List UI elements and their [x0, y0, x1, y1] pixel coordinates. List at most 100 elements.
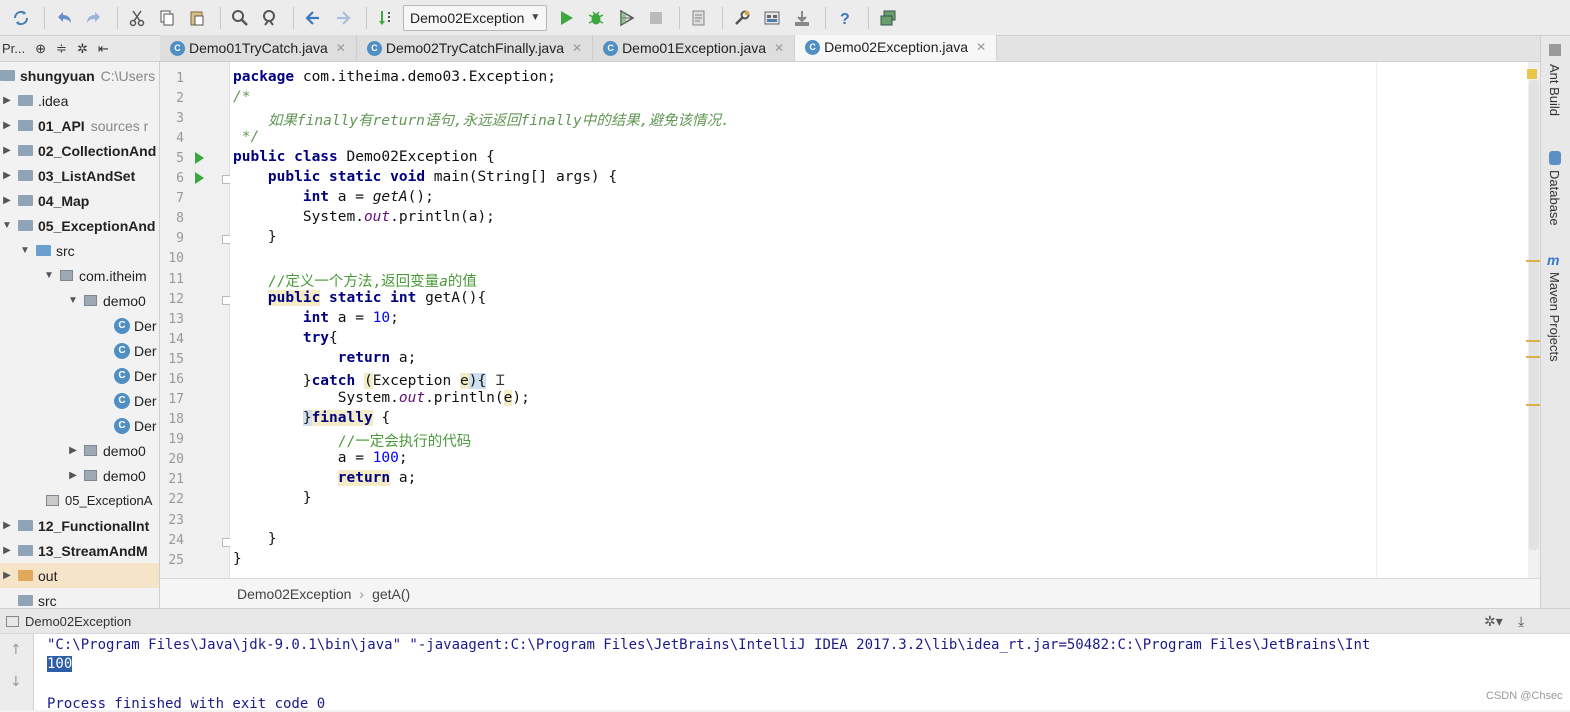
tab-demo01exception[interactable]: C Demo01Exception.java ✕: [593, 35, 796, 61]
error-stripe-marker[interactable]: [1526, 260, 1540, 262]
chevron-right-icon[interactable]: ▶: [0, 170, 14, 181]
hide-panel-icon[interactable]: ⇤: [98, 41, 109, 57]
forward-icon[interactable]: [330, 5, 356, 31]
run-gutter-icon[interactable]: [195, 152, 204, 164]
down-arrow-icon[interactable]: ↓: [10, 674, 22, 690]
chevron-down-icon[interactable]: ▼: [42, 270, 56, 281]
tree-item-iml[interactable]: 05_ExceptionA: [42, 488, 152, 513]
cut-icon[interactable]: [124, 5, 150, 31]
run-configuration-select[interactable]: Demo02Exception ▼: [403, 4, 548, 31]
coverage-icon[interactable]: [613, 5, 639, 31]
close-icon[interactable]: ✕: [572, 41, 582, 55]
tree-item-03[interactable]: ▶ 03_ListAndSet: [0, 163, 135, 188]
terminal-icon[interactable]: [875, 5, 901, 31]
tree-item-class[interactable]: C Der: [114, 338, 157, 363]
tab-demo01trycatch[interactable]: C Demo01TryCatch.java ✕: [160, 35, 357, 61]
tab-demo02exception[interactable]: C Demo02Exception.java ✕: [795, 35, 998, 61]
code-line-17: System.out.println(e);: [233, 390, 530, 406]
run-icon[interactable]: [553, 5, 579, 31]
run-panel-title[interactable]: Demo02Exception: [25, 614, 131, 629]
help-icon[interactable]: ?: [832, 5, 858, 31]
tree-item-root[interactable]: shungyuan C:\Users: [0, 63, 155, 88]
sync-icon[interactable]: [8, 5, 34, 31]
error-stripe-marker[interactable]: [1526, 356, 1540, 358]
copy-icon[interactable]: [154, 5, 180, 31]
tree-item-05[interactable]: ▼ 05_ExceptionAnd: [0, 213, 155, 238]
chevron-right-icon[interactable]: ▶: [0, 520, 14, 531]
stop-icon[interactable]: [643, 5, 669, 31]
chevron-right-icon[interactable]: ▶: [0, 545, 14, 556]
chevron-right-icon[interactable]: ▶: [0, 95, 14, 106]
code-editor[interactable]: package com.itheima.demo03.Exception; /*…: [230, 62, 1528, 578]
chevron-right-icon[interactable]: ▶: [0, 195, 14, 206]
tree-item-02[interactable]: ▶ 02_CollectionAnd: [0, 138, 156, 163]
gear-icon[interactable]: ✲▾: [1484, 613, 1503, 630]
scrollbar-thumb[interactable]: [1529, 80, 1539, 550]
console-output[interactable]: "C:\Program Files\Java\jdk-9.0.1\bin\jav…: [34, 634, 1570, 712]
tree-item-01-api[interactable]: ▶ 01_API sources r: [0, 113, 148, 138]
chevron-down-icon[interactable]: ▼: [0, 220, 14, 231]
editor-scrollbar[interactable]: [1528, 62, 1540, 578]
tree-item-class[interactable]: C Der: [114, 313, 157, 338]
chevron-right-icon[interactable]: ▶: [66, 445, 80, 456]
close-icon[interactable]: ✕: [336, 41, 346, 55]
collapse-all-icon[interactable]: ≑: [56, 41, 67, 57]
tree-item-demo-package[interactable]: ▶ demo0: [66, 463, 146, 488]
maven-projects-tool[interactable]: Maven Projects: [1547, 272, 1562, 362]
chevron-down-icon[interactable]: ▼: [18, 245, 32, 256]
tree-item-class[interactable]: C Der: [114, 363, 157, 388]
debug-icon[interactable]: [583, 5, 609, 31]
find-icon[interactable]: [227, 5, 253, 31]
tree-item-demo-package[interactable]: ▼ demo0: [66, 288, 146, 313]
folder-icon: [18, 170, 33, 181]
close-icon[interactable]: ✕: [774, 41, 784, 55]
chevron-right-icon[interactable]: ▶: [0, 120, 14, 131]
breadcrumb-method[interactable]: getA(): [372, 586, 410, 602]
undo-icon[interactable]: [51, 5, 77, 31]
chevron-down-icon[interactable]: ▼: [66, 295, 80, 306]
error-stripe-marker[interactable]: [1526, 404, 1540, 406]
editor-gutter[interactable]: 1 2 3 4 5 6 7 8 9 10 11 12 13 14 15 16 1…: [160, 62, 231, 578]
tab-demo02trycatchfinally[interactable]: C Demo02TryCatchFinally.java ✕: [356, 35, 594, 61]
up-arrow-icon[interactable]: ↑: [10, 642, 22, 658]
tree-item-idea[interactable]: ▶ .idea: [0, 88, 68, 113]
ant-build-tool[interactable]: Ant Build: [1547, 64, 1562, 116]
chevron-right-icon[interactable]: ▶: [0, 145, 14, 156]
line-number: 15: [168, 352, 184, 367]
redo-icon[interactable]: [81, 5, 107, 31]
chevron-right-icon[interactable]: ▶: [66, 470, 80, 481]
keyword: public class: [233, 149, 338, 165]
run-gutter-icon[interactable]: [195, 172, 204, 184]
tree-item-out[interactable]: ▶ out: [0, 563, 159, 588]
project-structure-icon[interactable]: [686, 5, 712, 31]
gear-icon[interactable]: ✲: [77, 41, 88, 57]
tree-item-class[interactable]: C Der: [114, 388, 157, 413]
tree-item-12[interactable]: ▶ 12_FunctionalInt: [0, 513, 149, 538]
run-configuration-label: Demo02Exception: [410, 9, 525, 26]
chevron-right-icon[interactable]: ▶: [0, 570, 14, 581]
close-icon[interactable]: ✕: [976, 40, 986, 54]
tree-item-04[interactable]: ▶ 04_Map: [0, 188, 89, 213]
database-tool[interactable]: Database: [1547, 170, 1562, 226]
breadcrumb: Demo02Exception › getA(): [160, 578, 1540, 608]
back-icon[interactable]: [300, 5, 326, 31]
tree-item-package[interactable]: ▼ com.itheim: [42, 263, 147, 288]
build-icon[interactable]: [373, 5, 399, 31]
error-stripe-marker[interactable]: [1526, 340, 1540, 342]
locate-icon[interactable]: ⊕: [35, 41, 46, 57]
sdk-icon[interactable]: [759, 5, 785, 31]
replace-icon[interactable]: [257, 5, 283, 31]
paste-icon[interactable]: [184, 5, 210, 31]
breadcrumb-class[interactable]: Demo02Exception: [237, 586, 351, 602]
tree-item-demo-package[interactable]: ▶ demo0: [66, 438, 146, 463]
tree-item-root-src[interactable]: src: [0, 588, 57, 608]
tree-item-class[interactable]: C Der: [114, 413, 157, 438]
keyword: finally: [311, 410, 373, 426]
hide-panel-icon[interactable]: ⤓: [1518, 613, 1524, 630]
settings-icon[interactable]: [729, 5, 755, 31]
tree-item-src[interactable]: ▼ src: [18, 238, 75, 263]
inspection-status-icon[interactable]: [1527, 69, 1537, 79]
tree-item-13[interactable]: ▶ 13_StreamAndM: [0, 538, 148, 563]
vcs-icon[interactable]: [789, 5, 815, 31]
project-panel-title[interactable]: Pr...: [2, 41, 25, 56]
